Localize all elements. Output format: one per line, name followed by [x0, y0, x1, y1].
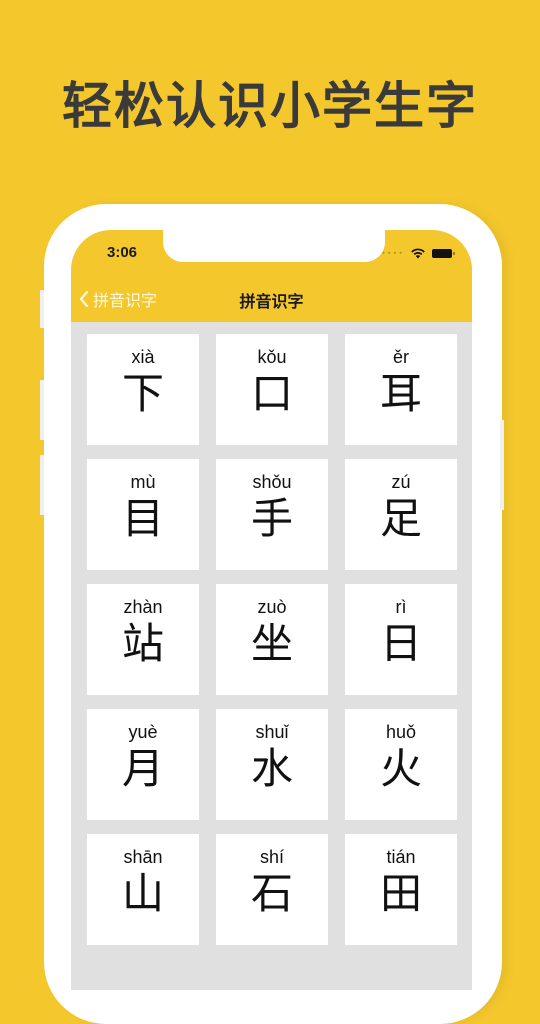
phone-volume-up: [40, 380, 44, 440]
hanzi-character: 下: [121, 369, 164, 418]
character-card[interactable]: tián 田: [345, 834, 457, 945]
hanzi-character: 目: [121, 494, 164, 543]
hanzi-character: 坐: [250, 619, 293, 668]
pinyin-label: kǒu: [257, 347, 287, 367]
page-title: 拼音识字: [239, 292, 304, 311]
hanzi-character: 耳: [379, 369, 422, 418]
pinyin-label: zú: [391, 472, 411, 492]
pinyin-label: rì: [395, 597, 407, 617]
app-screen: 3:06 •••• 拼音识字 拼音识字 xià 下 kǒu 口 ěr 耳 mù 目 sh…: [71, 230, 472, 990]
pinyin-label: zuò: [257, 597, 287, 617]
promo-headline: 轻松认识小学生字: [62, 77, 478, 135]
hanzi-character: 月: [121, 744, 164, 793]
phone-volume-down: [40, 455, 44, 515]
status-time: 3:06: [107, 244, 138, 261]
hanzi-character: 田: [379, 869, 422, 918]
character-card[interactable]: shān 山: [87, 834, 199, 945]
pinyin-label: mù: [130, 472, 156, 492]
character-card[interactable]: kǒu 口: [216, 334, 328, 445]
phone-side-button: [40, 290, 44, 328]
hanzi-character: 火: [379, 744, 422, 793]
character-card[interactable]: shuǐ 水: [216, 709, 328, 820]
pinyin-label: yuè: [128, 722, 158, 742]
pinyin-label: huǒ: [385, 722, 417, 742]
character-card[interactable]: zhàn 站: [87, 584, 199, 695]
character-card[interactable]: yuè 月: [87, 709, 199, 820]
wifi-icon: [411, 248, 425, 259]
hanzi-character: 水: [250, 744, 293, 793]
character-card[interactable]: zuò 坐: [216, 584, 328, 695]
character-card[interactable]: huǒ 火: [345, 709, 457, 820]
app-header: 3:06 •••• 拼音识字 拼音识字: [71, 230, 472, 322]
character-card[interactable]: rì 日: [345, 584, 457, 695]
hanzi-character: 手: [250, 494, 293, 543]
hanzi-character: 站: [121, 619, 164, 668]
hanzi-character: 足: [379, 494, 422, 543]
character-grid: xià 下 kǒu 口 ěr 耳 mù 目 shǒu 手 zú 足 zhàn 站 zuò 坐 r…: [87, 334, 457, 945]
phone-notch: [163, 230, 385, 262]
pinyin-label: zhàn: [123, 597, 163, 617]
character-card[interactable]: mù 目: [87, 459, 199, 570]
pinyin-label: ěr: [392, 347, 409, 367]
signal-dots-icon: ••••: [381, 248, 404, 258]
pinyin-label: tián: [386, 847, 416, 867]
pinyin-label: xià: [131, 347, 155, 367]
hanzi-character: 山: [121, 869, 164, 918]
pinyin-label: shān: [123, 847, 163, 867]
character-card[interactable]: shǒu 手: [216, 459, 328, 570]
phone-power-button: [500, 420, 504, 510]
hanzi-character: 日: [379, 619, 422, 668]
character-card[interactable]: ěr 耳: [345, 334, 457, 445]
pinyin-label: shǒu: [252, 472, 292, 492]
battery-icon: [432, 248, 455, 258]
character-card[interactable]: zú 足: [345, 459, 457, 570]
pinyin-label: shuǐ: [255, 722, 289, 742]
hanzi-character: 石: [250, 869, 293, 918]
status-icons: ••••: [381, 247, 455, 259]
character-card[interactable]: xià 下: [87, 334, 199, 445]
character-card[interactable]: shí 石: [216, 834, 328, 945]
pinyin-label: shí: [259, 847, 284, 867]
hanzi-character: 口: [250, 369, 293, 418]
